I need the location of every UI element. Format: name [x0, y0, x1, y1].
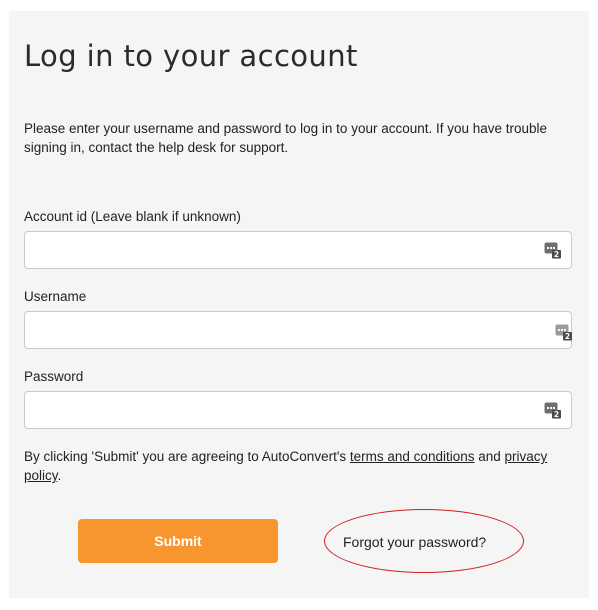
terms-middle: and — [474, 449, 505, 464]
terms-prefix: By clicking 'Submit' you are agreeing to… — [24, 449, 350, 464]
terms-suffix: . — [57, 468, 62, 483]
password-manager-badge: 2 — [565, 332, 570, 341]
password-manager-icon[interactable]: 2 — [544, 242, 562, 259]
password-manager-badge: 2 — [554, 250, 559, 259]
account-id-label: Account id (Leave blank if unknown) — [24, 209, 241, 224]
password-manager-badge: 2 — [554, 410, 559, 419]
terms-and-conditions-link[interactable]: terms and conditions — [350, 449, 475, 464]
submit-button[interactable]: Submit — [78, 519, 278, 563]
login-panel: Log in to your account Please enter your… — [9, 11, 589, 598]
password-label: Password — [24, 369, 84, 384]
account-id-input[interactable] — [33, 232, 533, 268]
password-manager-icon[interactable]: 2 — [555, 324, 573, 341]
terms-text: By clicking 'Submit' you are agreeing to… — [24, 447, 572, 485]
forgot-password-link[interactable]: Forgot your password? — [343, 534, 486, 550]
username-label: Username — [24, 289, 87, 304]
account-id-field-box[interactable]: 2 — [24, 231, 572, 269]
password-field-box[interactable]: 2 — [24, 391, 572, 429]
username-input[interactable] — [33, 312, 533, 348]
username-field-box[interactable]: 2 — [24, 311, 572, 349]
page-title: Log in to your account — [24, 39, 358, 73]
intro-text: Please enter your username and password … — [24, 121, 548, 155]
password-manager-icon[interactable]: 2 — [544, 402, 562, 419]
password-input[interactable] — [33, 392, 533, 428]
